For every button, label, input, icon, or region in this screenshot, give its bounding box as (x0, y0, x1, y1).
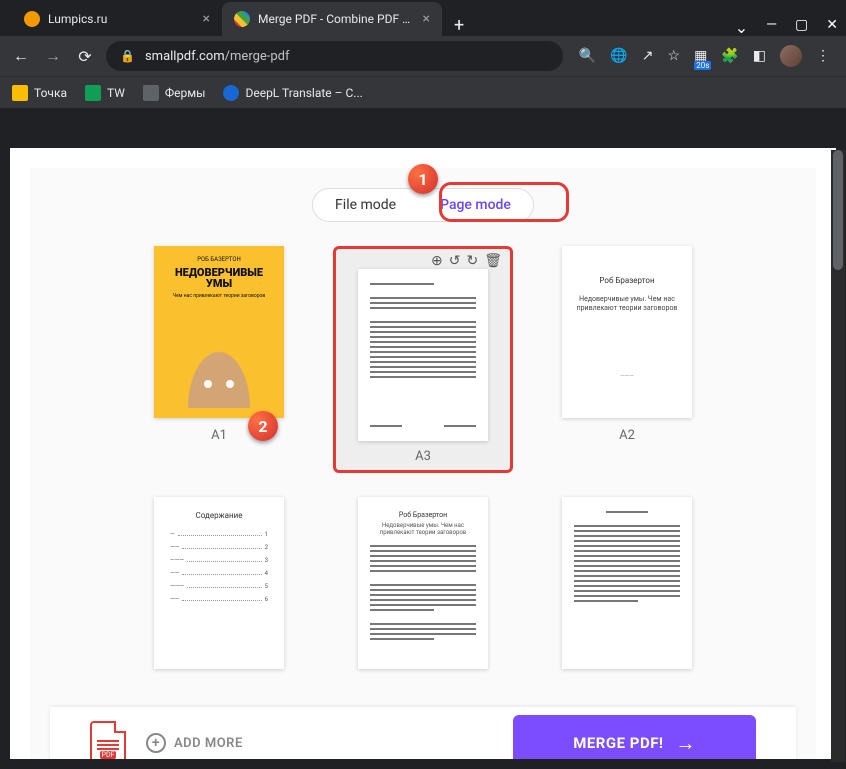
page-content: 1 2 File mode Page mode РОБ БАЗЕРТОН НЕД… (10, 148, 836, 759)
chevron-down-icon[interactable]: ⌄ (735, 18, 748, 37)
pdf-icon: PDF (90, 721, 126, 759)
page-preview: Содержание —1 ——2 ———3 ——4 ———5 ——6 (154, 497, 284, 669)
bookmark-fermy[interactable]: Фермы (143, 85, 206, 101)
back-button[interactable]: ← (10, 46, 32, 66)
browser-chrome: Lumpics.ru × Merge PDF - Combine PDF fil… (0, 0, 846, 108)
merge-pdf-button[interactable]: MERGE PDF! → (513, 715, 756, 760)
reload-button[interactable]: ⟳ (74, 47, 96, 66)
page-preview: Роб Бразертон Недоверчивые умы. Чем нас … (562, 246, 692, 418)
new-tab-button[interactable]: + (442, 15, 476, 36)
avatar[interactable] (780, 45, 802, 67)
page-thumb-a3[interactable]: ⊕ ↺ ↻ 🗑 A3 (333, 246, 513, 473)
page-thumb-5[interactable]: Роб Бразертон Недоверчивые умы. Чем нас … (333, 497, 513, 669)
toolbar: ← → ⟳ 🔒 smallpdf.com/merge-pdf 🔍 🌐 ↗ ☆ ▦… (0, 36, 846, 76)
annotation-callout-1: 1 (408, 164, 438, 194)
tab-smallpdf[interactable]: Merge PDF - Combine PDF files o × (222, 2, 442, 36)
page-thumb-6[interactable] (537, 497, 717, 669)
tabstrip: Lumpics.ru × Merge PDF - Combine PDF fil… (0, 0, 846, 36)
pages-grid: РОБ БАЗЕРТОН НЕДОВЕРЧИВЫЕ УМЫ Чем нас пр… (30, 246, 816, 695)
scrollbar[interactable] (831, 150, 845, 762)
forward-button[interactable]: → (42, 46, 64, 66)
bookmark-icon (85, 85, 101, 101)
bookmark-icon (12, 85, 28, 101)
annotation-highlight (439, 182, 569, 222)
selected-page: ⊕ ↺ ↻ 🗑 A3 (333, 246, 513, 473)
file-mode-button[interactable]: File mode (313, 189, 418, 221)
lock-icon: 🔒 (120, 49, 135, 63)
rotate-right-icon[interactable]: ↻ (466, 253, 478, 269)
page-thumb-a1[interactable]: РОБ БАЗЕРТОН НЕДОВЕРЧИВЫЕ УМЫ Чем нас пр… (129, 246, 309, 473)
maximize-button[interactable]: ▢ (795, 17, 808, 36)
page-preview (358, 269, 488, 441)
window-controls: ⌄ — ▢ ✕ (735, 17, 846, 36)
menu-icon[interactable]: ⋮ (816, 48, 830, 64)
search-icon[interactable]: 🔍 (579, 48, 596, 64)
rotate-left-icon[interactable]: ↺ (449, 253, 461, 269)
bookmark-tw[interactable]: TW (85, 85, 125, 101)
tab-title: Merge PDF - Combine PDF files o (258, 12, 415, 26)
toolbar-actions: 🔍 🌐 ↗ ☆ ▦20s 🧩 ◧ ⋮ (573, 45, 836, 67)
bookmarks-bar: Точка TW Фермы DeepL Translate – C... (0, 76, 846, 108)
tab-title: Lumpics.ru (48, 12, 195, 26)
delete-icon[interactable]: 🗑 (484, 253, 502, 269)
page-label: A3 (342, 449, 504, 464)
page-preview: Роб Бразертон Недоверчивые умы. Чем нас … (358, 497, 488, 669)
bookmark-deepl[interactable]: DeepL Translate – C... (223, 85, 362, 101)
favicon-icon (234, 11, 250, 27)
bookmark-icon[interactable]: ☆ (668, 48, 681, 64)
extension-icon[interactable]: ▦20s (694, 48, 707, 64)
share-icon[interactable]: ↗ (642, 48, 654, 64)
extensions-icon[interactable]: 🧩 (721, 48, 738, 64)
page-label: A2 (619, 428, 635, 443)
add-more-button[interactable]: + ADD MORE (146, 733, 243, 753)
folder-icon (143, 85, 159, 101)
bookmark-tochka[interactable]: Точка (12, 85, 67, 101)
page-thumb-4[interactable]: Содержание —1 ——2 ———3 ——4 ———5 ——6 (129, 497, 309, 669)
close-icon[interactable]: × (203, 11, 210, 27)
zoom-icon[interactable]: ⊕ (431, 253, 443, 269)
translate-icon[interactable]: 🌐 (610, 48, 627, 64)
minimize-button[interactable]: — (766, 17, 777, 36)
page-thumb-a2[interactable]: Роб Бразертон Недоверчивые умы. Чем нас … (537, 246, 717, 473)
close-icon[interactable]: × (423, 11, 430, 27)
merge-workspace: 1 2 File mode Page mode РОБ БАЗЕРТОН НЕД… (30, 168, 816, 759)
tab-lumpics[interactable]: Lumpics.ru × (12, 2, 222, 36)
sidepanel-icon[interactable]: ◧ (753, 48, 766, 64)
address-bar[interactable]: 🔒 smallpdf.com/merge-pdf (106, 41, 563, 71)
page-preview (562, 497, 692, 669)
plus-icon: + (146, 733, 166, 753)
bottom-toolbar: PDF + ADD MORE MERGE PDF! → (50, 707, 796, 759)
page-tools: ⊕ ↺ ↻ 🗑 (431, 253, 502, 269)
annotation-callout-2: 2 (248, 411, 278, 441)
arrow-right-icon: → (676, 731, 697, 756)
scroll-thumb[interactable] (833, 150, 843, 270)
bookmark-icon (223, 85, 239, 101)
favicon-icon (24, 11, 40, 27)
badge: 20s (694, 61, 711, 70)
close-button[interactable]: ✕ (826, 17, 838, 36)
page-label: A1 (211, 428, 227, 443)
page-preview: РОБ БАЗЕРТОН НЕДОВЕРЧИВЫЕ УМЫ Чем нас пр… (154, 246, 284, 418)
url-text: smallpdf.com/merge-pdf (145, 49, 290, 64)
